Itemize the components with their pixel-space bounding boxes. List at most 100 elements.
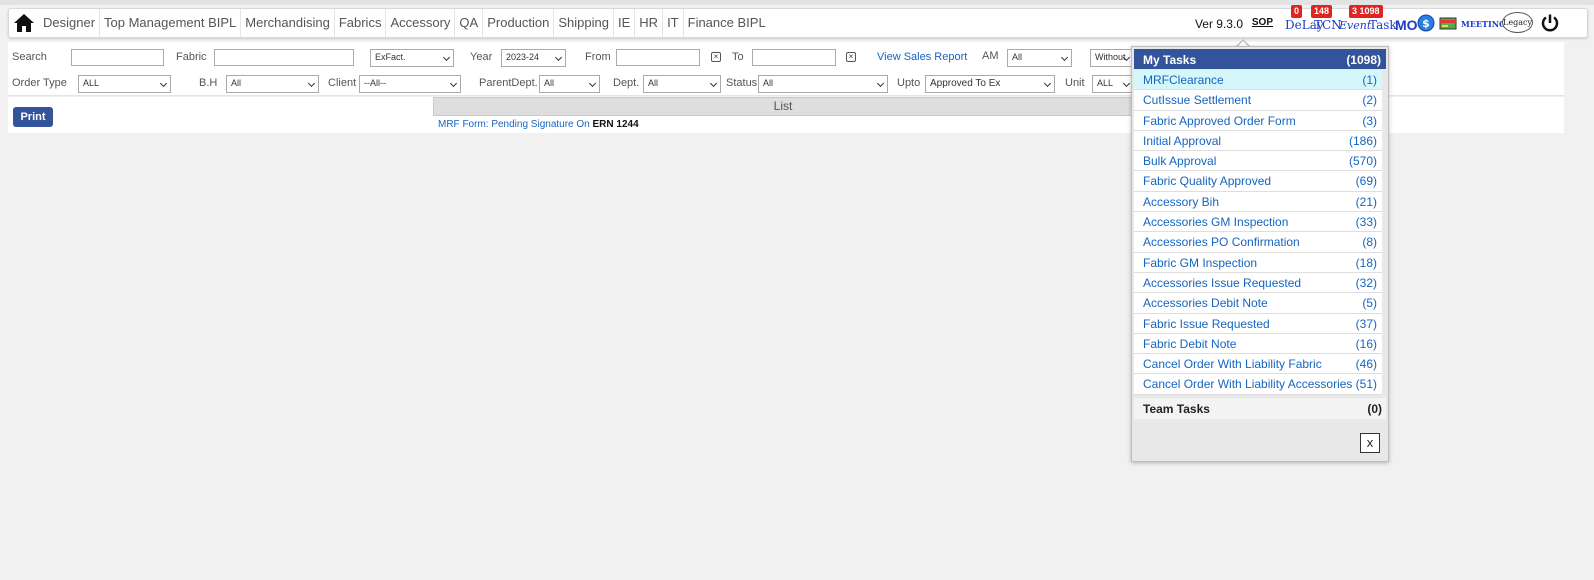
task-name: CutIssue Settlement <box>1143 93 1252 108</box>
menu-top-management[interactable]: Top Management BIPL <box>99 9 240 37</box>
task-item-cutissue-settlement[interactable]: CutIssue Settlement (2) <box>1134 90 1382 111</box>
exfact-select[interactable]: ExFact. <box>370 49 454 67</box>
task-name: Bulk Approval <box>1143 154 1217 169</box>
mo-link[interactable]: MO <box>1395 17 1418 33</box>
event-link[interactable]: Event <box>1339 19 1371 32</box>
print-button[interactable]: Print <box>13 107 53 127</box>
list-item: MRF Form: Pending Signature On ERN 1244 <box>438 119 639 130</box>
team-tasks-header[interactable]: Team Tasks (0) <box>1134 398 1386 419</box>
task-item-accessories-po-confirmation[interactable]: Accessories PO Confirmation (8) <box>1134 232 1382 253</box>
task-count: (1) <box>1362 73 1377 87</box>
menu-designer[interactable]: Designer <box>39 9 99 37</box>
search-label: Search <box>12 51 47 63</box>
task-count: (16) <box>1355 336 1377 351</box>
menu-ie[interactable]: IE <box>612 9 634 37</box>
task-name: Accessories GM Inspection <box>1143 215 1289 230</box>
task-count: (2) <box>1362 93 1377 108</box>
unit-label: Unit <box>1065 77 1085 89</box>
legacy-button[interactable]: Legacy <box>1502 12 1533 33</box>
task-count: (37) <box>1355 316 1377 331</box>
dept-select[interactable]: All <box>643 75 721 93</box>
task-item-initial-approval[interactable]: Initial Approval (186) <box>1134 130 1382 152</box>
unit-select[interactable]: ALL <box>1092 75 1134 93</box>
task-item-mrf-clearance[interactable]: MRFClearance (1) <box>1134 70 1382 91</box>
list-header: List <box>433 97 1133 116</box>
version-label: Ver 9.3.0 <box>1194 17 1243 31</box>
task-item-fabric-gm-inspection[interactable]: Fabric GM Inspection (18) <box>1134 252 1382 273</box>
bh-select[interactable]: All <box>226 75 319 93</box>
my-tasks-label: My Tasks <box>1143 53 1197 67</box>
menu-production[interactable]: Production <box>482 9 553 37</box>
task-name: Fabric Debit Note <box>1143 336 1237 351</box>
task-count: (8) <box>1362 235 1377 250</box>
task-count-small: 3 <box>1352 6 1358 16</box>
task-item-fabric-issue-requested[interactable]: Fabric Issue Requested (37) <box>1134 313 1382 334</box>
task-item-accessories-issue-requested[interactable]: Accessories Issue Requested (32) <box>1134 272 1382 294</box>
view-sales-report-link[interactable]: View Sales Report <box>877 51 967 63</box>
to-clear-icon[interactable]: × <box>846 52 856 62</box>
tcn-link[interactable]: TCN <box>1314 18 1342 32</box>
main-menu: Designer Top Management BIPL Merchandisi… <box>39 9 770 37</box>
from-clear-icon[interactable]: × <box>711 52 721 62</box>
menu-it[interactable]: IT <box>662 9 683 37</box>
close-popup-button[interactable]: x <box>1360 433 1380 453</box>
am-select[interactable]: All <box>1007 49 1072 67</box>
fabric-input[interactable] <box>214 49 354 66</box>
task-name: Accessories Debit Note <box>1143 296 1268 311</box>
dollar-icon[interactable]: $ <box>1417 14 1435 35</box>
team-tasks-label: Team Tasks <box>1143 402 1210 416</box>
task-item-cancel-order-liability-accessories[interactable]: Cancel Order With Liability Accessories(… <box>1134 374 1382 395</box>
task-name: Cancel Order With Liability Accessories <box>1143 377 1353 392</box>
task-name: Fabric Issue Requested <box>1143 316 1270 331</box>
team-tasks-count: (0) <box>1367 402 1382 416</box>
task-item-cancel-order-liability-fabric[interactable]: Cancel Order With Liability Fabric (46) <box>1134 354 1382 375</box>
ern-number: ERN 1244 <box>592 119 639 130</box>
task-count: (69) <box>1355 174 1377 189</box>
upto-select[interactable]: Approved To Ex <box>925 75 1055 93</box>
task-count: (3) <box>1362 113 1377 128</box>
order-type-select[interactable]: ALL <box>78 75 171 93</box>
from-date-input[interactable] <box>616 49 700 66</box>
task-count: (186) <box>1348 133 1377 148</box>
search-input[interactable] <box>71 49 164 66</box>
task-item-accessories-debit-note[interactable]: Accessories Debit Note (5) <box>1134 293 1382 314</box>
task-item-fabric-approved-order-form[interactable]: Fabric Approved Order Form (3) <box>1134 110 1382 131</box>
parent-dept-select[interactable]: All <box>539 75 600 93</box>
status-label: Status <box>726 77 758 89</box>
year-select[interactable]: 2023-24 <box>501 49 566 67</box>
menu-merchandising[interactable]: Merchandising <box>240 9 334 37</box>
bh-label: B.H <box>199 77 218 89</box>
task-name: Fabric Quality Approved <box>1143 174 1272 189</box>
order-type-label: Order Type <box>12 77 67 89</box>
task-item-fabric-quality-approved[interactable]: Fabric Quality Approved (69) <box>1134 171 1382 192</box>
menu-fabrics[interactable]: Fabrics <box>333 9 386 37</box>
task-list: MRFClearance (1) CutIssue Settlement (2) F… <box>1134 70 1382 395</box>
task-item-bulk-approval[interactable]: Bulk Approval (570) <box>1134 151 1382 172</box>
menu-finance[interactable]: Finance BIPL <box>682 9 770 37</box>
from-label: From <box>585 51 611 63</box>
menu-hr[interactable]: HR <box>634 9 662 37</box>
menu-qa[interactable]: QA <box>454 9 482 37</box>
to-date-input[interactable] <box>752 49 836 66</box>
power-icon[interactable] <box>1540 13 1560 36</box>
home-icon[interactable] <box>13 13 35 33</box>
menu-accessory[interactable]: Accessory <box>385 9 454 37</box>
task-item-accessories-gm-inspection[interactable]: Accessories GM Inspection (33) <box>1134 212 1382 233</box>
client-select[interactable]: --All-- <box>359 75 461 93</box>
without-select[interactable]: Without <box>1090 49 1134 67</box>
fabric-label: Fabric <box>176 51 207 63</box>
task-item-fabric-debit-note[interactable]: Fabric Debit Note (16) <box>1134 333 1382 355</box>
task-item-accessory-bih[interactable]: Accessory Bih (21) <box>1134 191 1382 213</box>
parent-dept-label: ParentDept. <box>479 77 538 89</box>
task-link[interactable]: Task <box>1369 18 1397 32</box>
task-name: Initial Approval <box>1143 133 1222 148</box>
task-count: (18) <box>1355 255 1377 270</box>
task-name: MRFClearance <box>1143 73 1224 87</box>
my-tasks-header[interactable]: My Tasks (1098) <box>1134 49 1386 69</box>
am-label: AM <box>982 50 999 62</box>
status-select[interactable]: All <box>758 75 888 93</box>
menu-shipping[interactable]: Shipping <box>553 9 613 37</box>
mrf-pending-link[interactable]: MRF Form: Pending Signature On <box>438 119 590 130</box>
card-icon[interactable] <box>1439 15 1457 34</box>
sop-link[interactable]: SOP <box>1252 17 1273 28</box>
